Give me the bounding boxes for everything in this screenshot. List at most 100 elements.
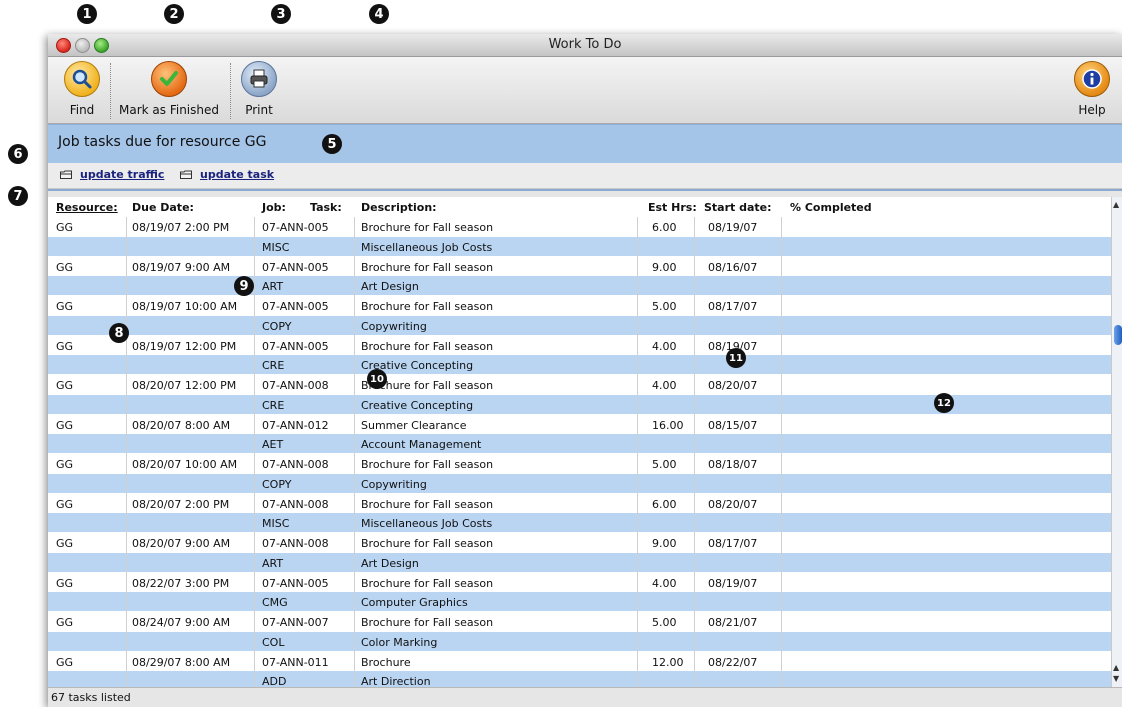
table-row[interactable]: GG 08/22/07 3:00 PM 07-ANN-005 Brochure for… xyxy=(48,572,1111,592)
cell-description: Brochure for Fall season xyxy=(361,339,494,353)
cell-task: MISC xyxy=(262,240,290,254)
callout-4: 4 xyxy=(369,4,389,24)
cell-job: 07-ANN-008 xyxy=(262,497,329,511)
table-row[interactable]: GG 08/20/07 8:00 AM 07-ANN-012 Summer Clear… xyxy=(48,414,1111,434)
cell-due: 08/20/07 12:00 PM xyxy=(132,379,237,392)
print-label: Print xyxy=(245,103,273,117)
table-row[interactable]: GG 08/24/07 9:00 AM 07-ANN-007 Brochure for… xyxy=(48,612,1111,631)
magnifier-icon xyxy=(64,61,100,97)
cell-due: 08/19/07 12:00 PM xyxy=(132,339,237,353)
update-traffic-label[interactable]: update traffic xyxy=(80,168,164,181)
cell-job: 07-ANN-012 xyxy=(262,418,329,432)
scroll-down-arrow-icon[interactable]: ▼ xyxy=(1113,674,1119,683)
vertical-scrollbar[interactable]: ▲ ▲ ▼ xyxy=(1111,197,1122,687)
cell-job: 07-ANN-007 xyxy=(262,616,329,629)
cell-description: Brochure xyxy=(361,655,411,669)
table-row[interactable]: GG 08/19/07 10:00 AM 07-ANN-005 Brochure fo… xyxy=(48,296,1111,315)
table-row-detail[interactable]: COPY Copywriting xyxy=(48,315,1111,335)
cell-task-desc: Art Design xyxy=(361,280,419,293)
cell-task: COPY xyxy=(262,319,292,333)
col-start-date-header[interactable]: Start date: xyxy=(704,201,772,214)
scroll-thumb[interactable] xyxy=(1114,325,1122,345)
folder-icon xyxy=(180,170,192,179)
cell-task-desc: Computer Graphics xyxy=(361,596,468,609)
cell-job: 07-ANN-005 xyxy=(262,221,329,234)
callout-11: 11 xyxy=(726,348,746,368)
table-row[interactable]: GG 08/19/07 12:00 PM 07-ANN-005 Brochure fo… xyxy=(48,335,1111,355)
col-job-header[interactable]: Job: xyxy=(262,201,286,214)
scroll-up-arrow-icon[interactable]: ▲ xyxy=(1113,200,1119,209)
cell-est: 4.00 xyxy=(652,576,677,590)
table-row[interactable]: GG 08/20/07 10:00 AM 07-ANN-008 Brochure fo… xyxy=(48,454,1111,473)
cell-description: Brochure for Fall season xyxy=(361,537,494,550)
callout-7: 7 xyxy=(8,186,28,206)
table-row-detail[interactable]: AET Account Management xyxy=(48,434,1111,453)
cell-start: 08/16/07 xyxy=(708,260,758,274)
table-row[interactable]: GG 08/20/07 12:00 PM 07-ANN-008 Brochure fo… xyxy=(48,375,1111,394)
print-button[interactable]: Print xyxy=(241,61,277,117)
cell-task-desc: Account Management xyxy=(361,438,482,451)
cell-task-desc: Copywriting xyxy=(361,477,427,491)
cell-start: 08/18/07 xyxy=(708,458,758,471)
cell-job: 07-ANN-008 xyxy=(262,379,329,392)
cell-task-desc: Color Marking xyxy=(361,635,438,649)
cell-task-desc: Miscellaneous Job Costs xyxy=(361,240,493,254)
table-row-detail[interactable]: COL Color Marking xyxy=(48,631,1111,651)
status-bar: 67 tasks listed xyxy=(48,687,1122,707)
table-row-detail[interactable]: COPY Copywriting xyxy=(48,473,1111,493)
cell-due: 08/20/07 9:00 AM xyxy=(132,537,231,550)
table-row[interactable]: GG 08/19/07 9:00 AM 07-ANN-005 Brochure for… xyxy=(48,256,1111,276)
col-resource-header[interactable]: Resource: xyxy=(56,201,118,214)
table-row[interactable]: GG 08/19/07 2:00 PM 07-ANN-005 Brochure for… xyxy=(48,217,1111,236)
table-row[interactable]: GG 08/29/07 8:00 AM 07-ANN-011 Brochure 12.0… xyxy=(48,651,1111,671)
cell-est: 5.00 xyxy=(652,616,677,629)
cell-task: ART xyxy=(262,280,284,293)
cell-resource: GG xyxy=(56,655,74,669)
table-row[interactable]: GG 08/20/07 2:00 PM 07-ANN-008 Brochure for… xyxy=(48,493,1111,513)
col-pct-completed-header[interactable]: % Completed xyxy=(790,201,872,214)
table-row-detail[interactable]: ART Art Design xyxy=(48,552,1111,572)
table-row[interactable]: GG 08/20/07 9:00 AM 07-ANN-008 Brochure for… xyxy=(48,533,1111,552)
col-est-hrs-header[interactable]: Est Hrs: xyxy=(648,201,697,214)
cell-est: 6.00 xyxy=(652,221,677,234)
window-title: Work To Do xyxy=(548,37,622,52)
update-task-label[interactable]: update task xyxy=(200,168,274,181)
cell-due: 08/19/07 9:00 AM xyxy=(132,260,231,274)
col-due-date-header[interactable]: Due Date: xyxy=(132,201,194,214)
cell-due: 08/20/07 2:00 PM xyxy=(132,497,230,511)
column-divider xyxy=(694,217,695,687)
cell-resource: GG xyxy=(56,497,74,511)
callout-12: 12 xyxy=(934,393,954,413)
cell-start: 08/19/07 xyxy=(708,221,758,234)
cell-resource: GG xyxy=(56,616,74,629)
table-row-detail[interactable]: CMG Computer Graphics xyxy=(48,592,1111,611)
callout-9: 9 xyxy=(234,276,254,296)
column-divider xyxy=(637,217,638,687)
cell-task: MISC xyxy=(262,517,290,530)
update-traffic-link[interactable]: update traffic xyxy=(60,168,164,181)
printer-icon xyxy=(241,61,277,97)
title-bar[interactable]: Work To Do xyxy=(48,34,1122,57)
help-button[interactable]: Help xyxy=(1074,61,1110,117)
update-task-link[interactable]: update task xyxy=(180,168,274,181)
cell-task: ART xyxy=(262,556,284,570)
scroll-up-arrow-icon[interactable]: ▲ xyxy=(1113,663,1119,672)
callout-6: 6 xyxy=(8,144,28,164)
col-task-header[interactable]: Task: xyxy=(310,201,342,214)
table-row-detail[interactable]: CRE Creative Concepting xyxy=(48,355,1111,374)
table-row-detail[interactable]: MISC Miscellaneous Job Costs xyxy=(48,236,1111,256)
cell-est: 12.00 xyxy=(652,655,684,669)
col-description-header[interactable]: Description: xyxy=(361,201,437,214)
table-row-detail[interactable]: ART Art Design xyxy=(48,276,1111,295)
find-button[interactable]: Find xyxy=(64,61,100,117)
cell-resource: GG xyxy=(56,339,74,353)
banner-title: Job tasks due for resource GG xyxy=(58,134,267,150)
column-divider xyxy=(354,217,355,687)
mark-as-finished-button[interactable]: Mark as Finished xyxy=(119,61,219,117)
toolbar-separator xyxy=(230,63,231,119)
cell-job: 07-ANN-005 xyxy=(262,300,329,313)
cell-task: CMG xyxy=(262,596,288,609)
callout-10: 10 xyxy=(367,369,387,389)
cell-est: 9.00 xyxy=(652,537,677,550)
table-row-detail[interactable]: MISC Miscellaneous Job Costs xyxy=(48,513,1111,532)
